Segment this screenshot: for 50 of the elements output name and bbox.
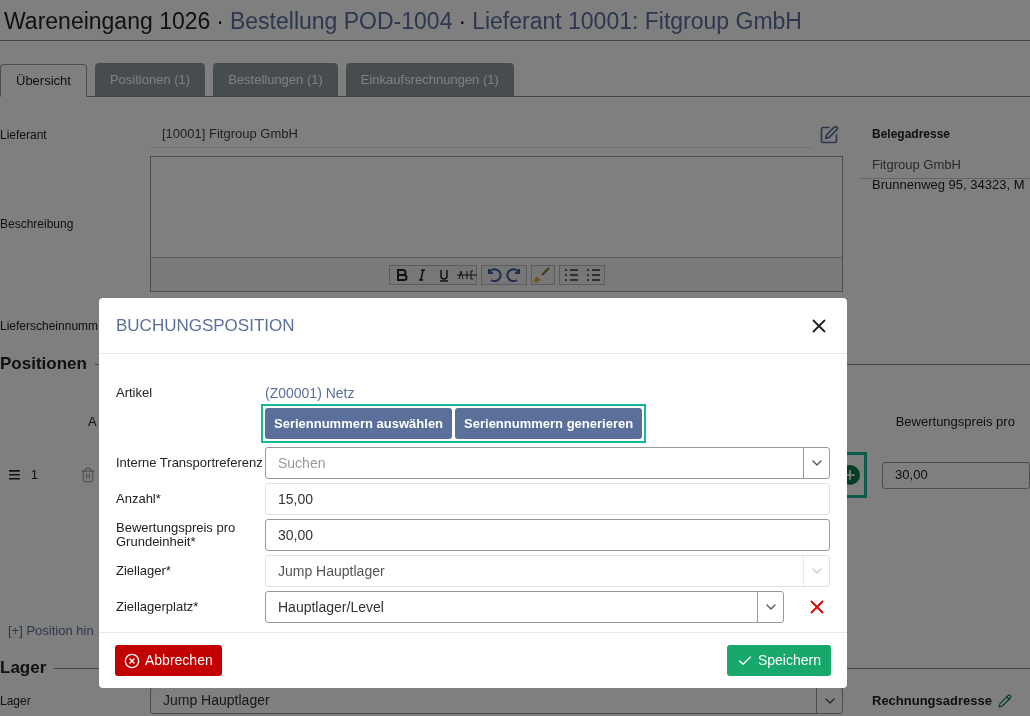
drag-handle-icon[interactable]: ≡ [8, 464, 21, 486]
edit-icon[interactable] [819, 124, 839, 145]
title-link[interactable]: Bestellung POD-1004 [230, 4, 453, 39]
title-link[interactable]: Lieferant 10001: Fitgroup GmbH [472, 4, 802, 39]
rich-text-editor[interactable] [150, 156, 843, 292]
select-value: Hauptlager/Level [277, 597, 385, 617]
article-link[interactable]: (Z00001) Netz [265, 384, 647, 402]
field-label: Beschreibung [0, 216, 75, 233]
address-heading: Belegadresse [872, 126, 952, 143]
address-name: Fitgroup GmbH [872, 156, 962, 174]
column-header: Bewertungspreis pro [895, 413, 1015, 430]
section-heading: Positionen [0, 353, 87, 376]
field-label: Ziellagerplatz* [116, 600, 200, 614]
field-label: Ziellager* [116, 564, 172, 578]
title-separator: · [458, 7, 467, 36]
select-value: Jump Hauptlager [277, 561, 386, 581]
field-label: Lieferscheinnumm [0, 318, 99, 335]
cancel-icon [124, 652, 140, 669]
field-label: Bewertungspreis pro Grundeinheit* [116, 521, 237, 549]
field-label: Interne Transportreferenz [116, 456, 264, 470]
list-icon[interactable] [558, 264, 605, 285]
text-field[interactable]: 30,00 [265, 519, 830, 551]
field-label: Artikel [116, 384, 154, 402]
page-title: Wareneingang 1026 [4, 7, 211, 36]
price-field[interactable]: 30,00 [882, 461, 1030, 489]
cancel-button[interactable]: Abbrechen [115, 645, 222, 676]
address-heading: Rechnungsadresse [872, 691, 992, 710]
serial-number-button[interactable]: Seriennummern auswählen [265, 408, 453, 439]
undo-redo-icon[interactable] [480, 264, 527, 285]
field-label: Anzahl* [116, 492, 162, 506]
text-format-icon[interactable] [388, 264, 477, 285]
row-number: 1 [30, 466, 39, 485]
serial-number-button[interactable]: Seriennummern generieren [455, 408, 643, 439]
select-field[interactable]: Suchen [265, 447, 830, 479]
select-field[interactable]: Hauptlager/Level [265, 591, 784, 623]
address-street: Brunnenweg 95, 34323, M [872, 175, 1026, 194]
add-position-link[interactable]: [+] Position hin [8, 621, 94, 641]
select-placeholder: Suchen [277, 453, 327, 473]
tab[interactable]: Übersicht [0, 64, 87, 97]
field-label: Lager [0, 692, 32, 710]
title-separator: · [216, 7, 224, 36]
column-header: A [88, 413, 97, 430]
brush-icon[interactable] [530, 264, 555, 285]
supplier-field[interactable]: [10001] Fitgroup GmbH [150, 121, 813, 148]
save-button[interactable]: Speichern [726, 645, 831, 676]
dialog-title: BUCHUNGSPOSITION [116, 314, 295, 337]
pencil-icon[interactable] [997, 693, 1012, 708]
field-label: Lieferant [0, 126, 48, 144]
trash-icon[interactable] [80, 467, 97, 483]
section-heading: Lager [0, 657, 47, 680]
